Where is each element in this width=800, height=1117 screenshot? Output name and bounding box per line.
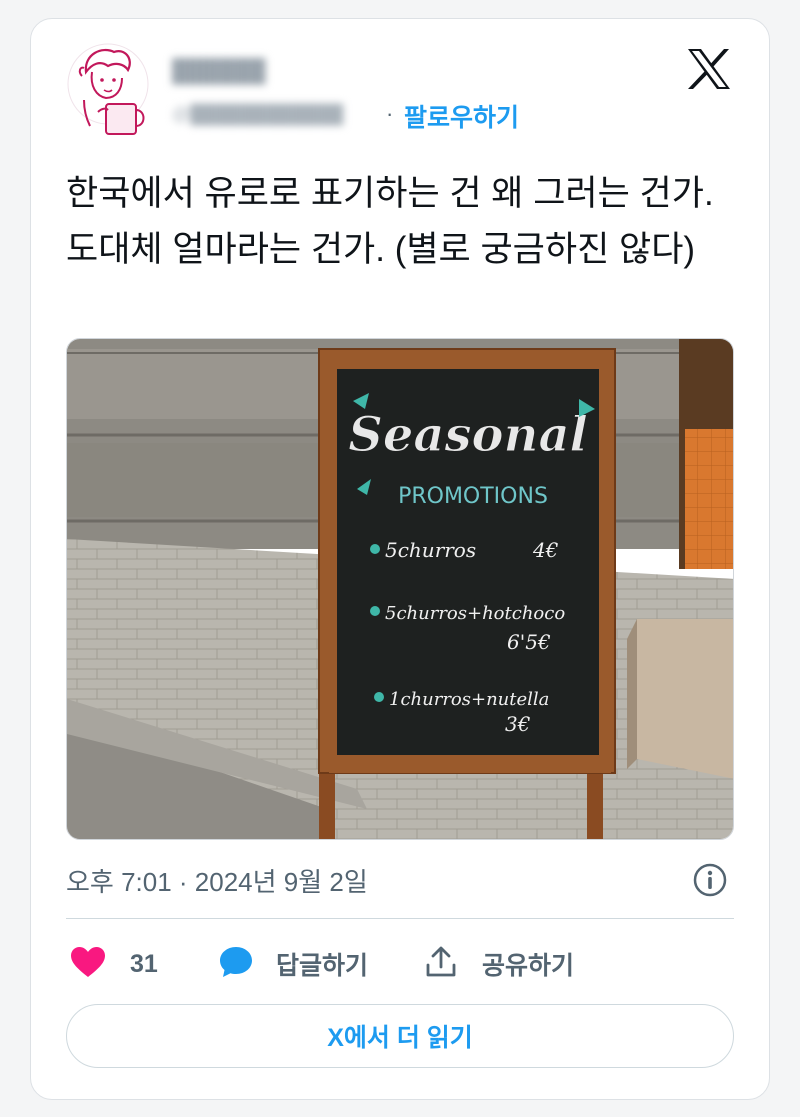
- sign-item-2: 5churros+hotchoco: [385, 603, 565, 624]
- share-label: 공유하기: [482, 952, 575, 980]
- read-more-button[interactable]: X에서 더 읽기: [66, 1004, 734, 1068]
- follow-separator: ·: [386, 101, 394, 126]
- heart-icon: [70, 946, 106, 983]
- like-count: 31: [130, 949, 158, 978]
- tweet-timestamp[interactable]: 오후 7:01 · 2024년 9월 2일: [66, 862, 368, 899]
- share-button[interactable]: 공유하기: [424, 944, 574, 984]
- reply-label: 답글하기: [276, 952, 369, 980]
- meta-separator: ·: [171, 867, 195, 897]
- info-icon[interactable]: [692, 862, 728, 898]
- tweet-date: 2024년 9월 2일: [194, 867, 368, 897]
- sign-price-2: 6'5€: [507, 630, 551, 654]
- x-logo-icon[interactable]: [686, 46, 732, 92]
- user-display-name[interactable]: ██████: [172, 58, 266, 84]
- reply-button[interactable]: 답글하기: [218, 944, 368, 984]
- share-upload-icon: [424, 945, 458, 984]
- sign-title: Seasonal: [348, 407, 588, 463]
- sign-item-1: 5churros: [385, 538, 476, 562]
- tweet-time: 오후 7:01: [66, 867, 172, 897]
- speech-bubble-icon: [218, 945, 254, 984]
- user-handle[interactable]: @████████████: [172, 104, 343, 125]
- follow-button[interactable]: 팔로우하기: [404, 98, 519, 134]
- sign-price-1: 4€: [532, 538, 559, 562]
- sign-subtitle: PROMOTIONS: [398, 484, 548, 509]
- sign-price-3: 3€: [505, 712, 531, 736]
- tweet-photo[interactable]: Seasonal PROMOTIONS 5churros 4€ 5churros…: [66, 338, 734, 840]
- tweet-text: 한국에서 유로로 표기하는 건 왜 그러는 건가. 도대체 얼마라는 건가. (…: [66, 174, 714, 269]
- like-button[interactable]: 31: [70, 944, 158, 984]
- divider: [66, 918, 734, 919]
- avatar[interactable]: [62, 38, 154, 138]
- sign-item-3: 1churros+nutella: [389, 689, 549, 710]
